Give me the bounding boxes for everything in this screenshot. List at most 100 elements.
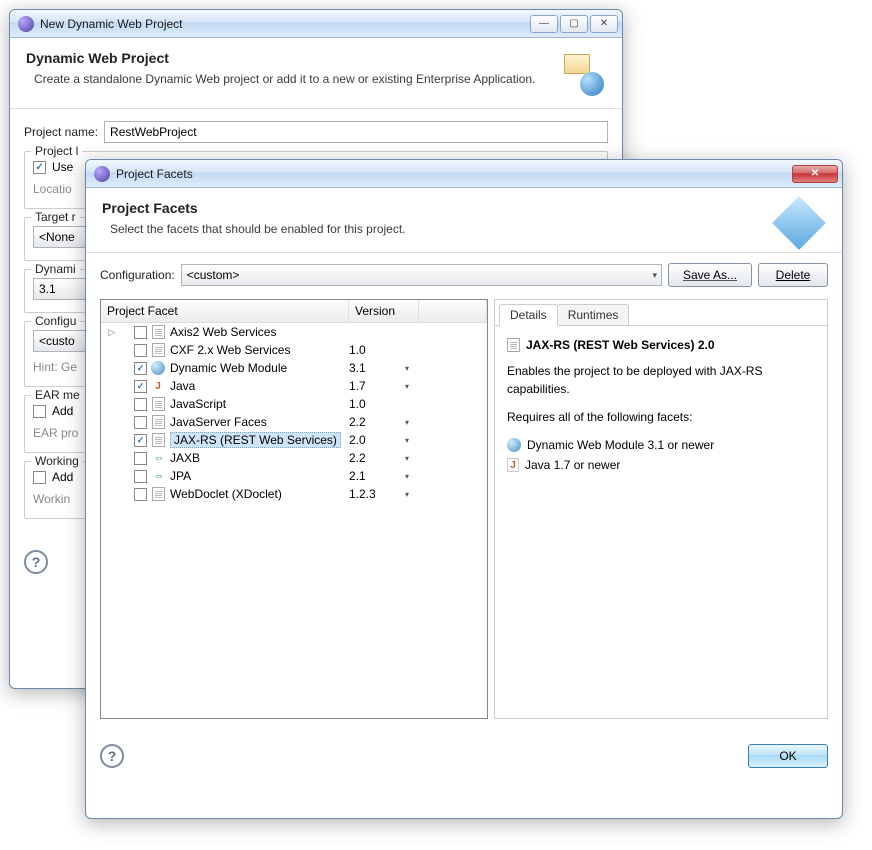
configuration-group: Configu xyxy=(31,314,80,328)
maximize-button[interactable]: ▢ xyxy=(560,15,588,33)
version-dropdown-icon[interactable]: ▾ xyxy=(405,490,425,499)
working-sets-group: Working xyxy=(31,454,83,468)
facets-table: Project Facet Version ▷ Axis2 Web Service… xyxy=(100,299,488,719)
col-version[interactable]: Version xyxy=(349,300,419,322)
facets-config-combo[interactable]: <custom> xyxy=(181,264,662,286)
version-dropdown-icon[interactable]: ▾ xyxy=(405,382,425,391)
save-as-button[interactable]: Save As... xyxy=(668,263,752,287)
eclipse-icon xyxy=(18,16,34,32)
facet-row[interactable]: JJava1.7▾ xyxy=(101,377,487,395)
facets-config-label: Configuration: xyxy=(100,268,175,282)
requirement-item: JJava 1.7 or newer xyxy=(507,456,815,474)
facet-name: CXF 2.x Web Services xyxy=(170,343,294,357)
delete-button[interactable]: Delete xyxy=(758,263,828,287)
facet-checkbox[interactable] xyxy=(134,380,147,393)
config-hint: Hint: Ge xyxy=(33,360,77,374)
help-icon[interactable]: ? xyxy=(24,550,48,574)
project-name-input[interactable] xyxy=(104,121,608,143)
facet-version: 2.1 xyxy=(349,469,405,483)
facet-row[interactable]: ⇔JAXB2.2▾ xyxy=(101,449,487,467)
document-icon xyxy=(152,325,165,339)
facet-checkbox[interactable] xyxy=(134,470,147,483)
facet-name: WebDoclet (XDoclet) xyxy=(170,487,286,501)
add-working-set-checkbox[interactable] xyxy=(33,471,46,484)
ear-project-label: EAR pro xyxy=(33,426,78,440)
arrows-icon: ⇔ xyxy=(150,469,166,483)
facet-version: 3.1 xyxy=(349,361,405,375)
facet-row[interactable]: JavaScript1.0 xyxy=(101,395,487,413)
facet-checkbox[interactable] xyxy=(134,416,147,429)
facet-requirements-heading: Requires all of the following facets: xyxy=(507,408,815,426)
tab-details[interactable]: Details xyxy=(499,304,558,326)
document-icon xyxy=(152,397,165,411)
target-runtime-group: Target r xyxy=(31,210,80,224)
use-default-checkbox[interactable] xyxy=(33,161,46,174)
facet-row[interactable]: Dynamic Web Module 3.1▾ xyxy=(101,359,487,377)
facets-banner: Project Facets Select the facets that sh… xyxy=(86,188,842,253)
help-icon[interactable]: ? xyxy=(100,744,124,768)
document-icon xyxy=(152,343,165,357)
globe-icon xyxy=(151,361,165,375)
version-dropdown-icon[interactable]: ▾ xyxy=(405,472,425,481)
version-dropdown-icon[interactable]: ▾ xyxy=(405,454,425,463)
facet-checkbox[interactable] xyxy=(134,398,147,411)
facets-titlebar[interactable]: Project Facets ✕ xyxy=(86,160,842,188)
facet-row[interactable]: JAX-RS (REST Web Services)2.0▾ xyxy=(101,431,487,449)
facet-version: 1.7 xyxy=(349,379,405,393)
tab-runtimes[interactable]: Runtimes xyxy=(557,304,630,325)
ear-membership-group: EAR me xyxy=(31,388,84,402)
parent-titlebar[interactable]: New Dynamic Web Project — ▢ ✕ xyxy=(10,10,622,38)
facet-row[interactable]: ⇔ JPA 2.1▾ xyxy=(101,467,487,485)
working-sets-label: Workin xyxy=(33,492,70,506)
facet-detail-title: JAX-RS (REST Web Services) 2.0 xyxy=(507,336,815,354)
minimize-button[interactable]: — xyxy=(530,15,558,33)
col-project-facet[interactable]: Project Facet xyxy=(101,300,349,322)
version-dropdown-icon[interactable]: ▾ xyxy=(405,364,425,373)
add-ear-checkbox[interactable] xyxy=(33,405,46,418)
project-icon xyxy=(558,50,606,98)
expand-icon[interactable]: ▷ xyxy=(107,327,117,338)
facets-table-header: Project Facet Version xyxy=(101,300,487,323)
facet-checkbox[interactable] xyxy=(134,452,147,465)
parent-heading: Dynamic Web Project xyxy=(26,50,558,66)
facets-close-button[interactable]: ✕ xyxy=(792,165,838,183)
project-facets-dialog: Project Facets ✕ Project Facets Select t… xyxy=(85,159,843,819)
document-icon xyxy=(152,487,165,501)
facet-name: JAXB xyxy=(170,451,204,465)
document-icon xyxy=(152,415,165,429)
facets-heading: Project Facets xyxy=(102,200,780,216)
facet-row[interactable]: JavaServer Faces2.2▾ xyxy=(101,413,487,431)
facet-name: JavaScript xyxy=(170,397,230,411)
facet-name: Axis2 Web Services xyxy=(170,325,280,339)
parent-window-title: New Dynamic Web Project xyxy=(40,17,530,31)
document-icon xyxy=(507,338,520,352)
facet-version: 1.2.3 xyxy=(349,487,405,501)
diamond-icon xyxy=(772,196,826,250)
version-dropdown-icon[interactable]: ▾ xyxy=(405,418,425,427)
dynamic-version-group: Dynami xyxy=(31,262,80,276)
requirement-item: Dynamic Web Module 3.1 or newer xyxy=(507,436,815,454)
facet-detail-desc: Enables the project to be deployed with … xyxy=(507,362,815,398)
parent-subtitle: Create a standalone Dynamic Web project … xyxy=(26,72,558,86)
facet-checkbox[interactable] xyxy=(134,326,147,339)
project-location-group: Project l xyxy=(31,144,82,158)
java-icon: J xyxy=(507,458,519,472)
facet-version: 2.0 xyxy=(349,433,405,447)
facet-checkbox[interactable] xyxy=(134,362,147,375)
java-icon: J xyxy=(150,379,166,393)
location-label: Locatio xyxy=(33,182,72,196)
facet-checkbox[interactable] xyxy=(134,488,147,501)
version-dropdown-icon[interactable]: ▾ xyxy=(405,436,425,445)
facet-checkbox[interactable] xyxy=(134,344,147,357)
facet-row[interactable]: WebDoclet (XDoclet) 1.2.3▾ xyxy=(101,485,487,503)
facet-version: 2.2 xyxy=(349,415,405,429)
facet-name: Dynamic Web Module xyxy=(170,361,291,375)
facets-window-title: Project Facets xyxy=(116,167,792,181)
close-button[interactable]: ✕ xyxy=(590,15,618,33)
facet-row[interactable]: CXF 2.x Web Services1.0 xyxy=(101,341,487,359)
facet-checkbox[interactable] xyxy=(134,434,147,447)
parent-banner: Dynamic Web Project Create a standalone … xyxy=(10,38,622,109)
facet-row[interactable]: ▷ Axis2 Web Services xyxy=(101,323,487,341)
ok-button[interactable]: OK xyxy=(748,744,828,768)
facet-name: JPA xyxy=(170,469,195,483)
